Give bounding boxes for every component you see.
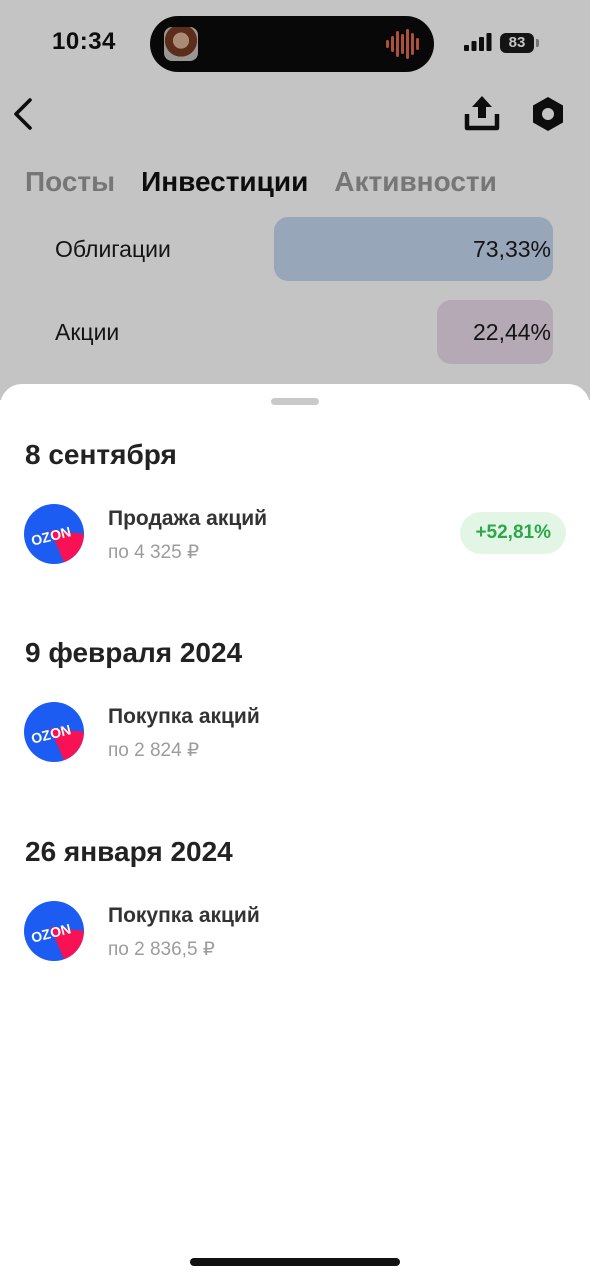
operation-row[interactable]: OZON Покупка акций по 2 824 ₽ [24, 702, 566, 764]
profit-badge: +52,81% [460, 512, 566, 554]
operations-bottom-sheet: 8 сентября OZON Продажа акций по 4 325 ₽… [0, 384, 590, 1280]
sheet-drag-handle[interactable] [271, 398, 319, 405]
ozon-logo-icon: OZON [24, 901, 84, 961]
operation-price: по 2 824 ₽ [108, 740, 200, 761]
operations-date-heading: 26 января 2024 [25, 836, 233, 867]
home-indicator[interactable] [190, 1258, 400, 1266]
modal-backdrop[interactable] [0, 0, 590, 400]
ozon-logo-icon: OZON [24, 504, 84, 564]
operation-row[interactable]: OZON Покупка акций по 2 836,5 ₽ [24, 901, 566, 963]
operation-title: Продажа акций [108, 507, 268, 530]
ozon-logo-icon: OZON [24, 702, 84, 762]
operation-title: Покупка акций [108, 904, 260, 927]
operation-price: по 4 325 ₽ [108, 542, 200, 563]
operation-row[interactable]: OZON Продажа акций по 4 325 ₽ +52,81% [24, 504, 566, 566]
operation-title: Покупка акций [108, 705, 260, 728]
operation-price: по 2 836,5 ₽ [108, 939, 215, 960]
operations-date-heading: 9 февраля 2024 [25, 637, 243, 668]
operations-date-heading: 8 сентября [25, 439, 177, 470]
